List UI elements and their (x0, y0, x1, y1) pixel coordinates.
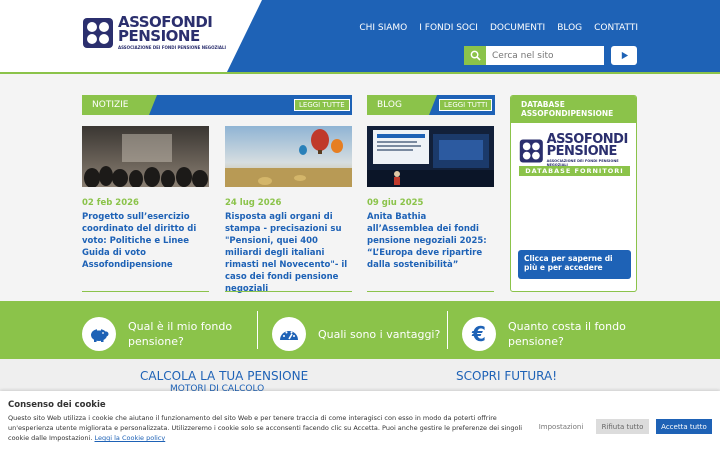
database-access-button[interactable]: Clicca per saperne di più e per accedere (518, 250, 631, 279)
logo-mark-icon (82, 17, 114, 49)
gauge-icon (272, 317, 306, 351)
search-input[interactable] (486, 46, 604, 65)
faq-item-fondo[interactable]: Qual è il mio fondo pensione? (82, 317, 238, 351)
notizie-read-all-button[interactable]: LEGGI TUTTE (294, 99, 350, 111)
blog-date: 09 giu 2025 (367, 198, 424, 208)
search-bar (464, 46, 637, 65)
faq-separator (257, 311, 258, 349)
database-banner: DATABASE FORNITORI (519, 166, 630, 176)
news-card[interactable]: 02 feb 2026 Progetto sull’esercizio coor… (82, 126, 209, 326)
play-icon (621, 51, 628, 60)
blog-read-all-button[interactable]: LEGGI TUTTI (439, 99, 493, 111)
cookie-settings-button[interactable]: Impostazioni (530, 419, 592, 434)
header-green-line (0, 72, 720, 74)
database-box-header: DATABASE ASSOFONDIPENSIONE (511, 96, 636, 123)
euro-icon: € (462, 317, 496, 351)
nav-blog[interactable]: BLOG (557, 23, 582, 33)
notizie-section-label: NOTIZIE (82, 95, 157, 115)
search-submit-button[interactable] (611, 46, 637, 65)
search-icon (464, 46, 486, 65)
piggy-bank-icon (82, 317, 116, 351)
card-divider (367, 291, 494, 292)
cookie-policy-link[interactable]: Leggi la Cookie policy (94, 434, 165, 442)
discover-futura-title[interactable]: SCOPRI FUTURA! (456, 369, 557, 383)
main-nav: CHI SIAMO I FONDI SOCI DOCUMENTI BLOG CO… (359, 23, 638, 33)
cookie-banner: Consenso dei cookie Questo sito Web util… (0, 391, 720, 450)
blog-title-link[interactable]: Anita Bathia all’Assemblea dei fondi pen… (367, 211, 494, 271)
logo-tagline: ASSOCIAZIONE DEI FONDI PENSIONE NEGOZIAL… (118, 45, 227, 50)
database-box: DATABASE ASSOFONDIPENSIONE ASSOFONDI PEN… (510, 95, 637, 292)
nav-contatti[interactable]: CONTATTI (594, 23, 638, 33)
blog-card[interactable]: 09 giu 2025 Anita Bathia all’Assemblea d… (367, 126, 494, 326)
site-header: ASSOFONDI PENSIONE ASSOCIAZIONE DEI FOND… (0, 0, 720, 74)
news-title-link[interactable]: Progetto sull’esercizio coordinato del d… (82, 211, 209, 271)
faq-band: Qual è il mio fondo pensione? Quali sono… (0, 301, 720, 359)
blog-section-bar: BLOG LEGGI TUTTI (367, 95, 495, 115)
faq-item-vantaggi[interactable]: Quali sono i vantaggi? (272, 317, 440, 351)
cookie-accept-button[interactable]: Accetta tutto (656, 419, 712, 434)
cookie-text: Questo sito Web utilizza i cookie che ai… (8, 413, 533, 443)
news-image-concert[interactable] (82, 126, 209, 187)
cookie-title: Consenso dei cookie (8, 400, 106, 410)
faq-separator (447, 311, 448, 349)
site-logo[interactable]: ASSOFONDI PENSIONE ASSOCIAZIONE DEI FOND… (82, 15, 226, 50)
news-date: 24 lug 2026 (225, 198, 282, 208)
nav-documenti[interactable]: DOCUMENTI (490, 23, 545, 33)
notizie-section-bar: NOTIZIE LEGGI TUTTE (82, 95, 352, 115)
cookie-description: Questo sito Web utilizza i cookie che ai… (8, 414, 523, 442)
faq-text-costo: Quanto costa il fondo pensione? (508, 320, 626, 348)
database-logo[interactable]: ASSOFONDI PENSIONE ASSOCIAZIONE DEI FOND… (519, 133, 636, 167)
blog-section-label: BLOG (367, 95, 437, 115)
news-card[interactable]: 24 lug 2026 Risposta agli organi di stam… (225, 126, 352, 326)
logo-title-line2: PENSIONE (118, 27, 200, 45)
card-divider (82, 291, 209, 292)
cookie-reject-button[interactable]: Rifiuta tutto (596, 419, 649, 434)
news-image-balloons[interactable] (225, 126, 352, 187)
faq-text-fondo: Qual è il mio fondo pensione? (128, 320, 233, 348)
card-divider (225, 291, 352, 292)
logo-mark-icon (519, 138, 543, 163)
news-title-link[interactable]: Risposta agli organi di stampa - precisa… (225, 211, 352, 295)
faq-text-vantaggi: Quali sono i vantaggi? (318, 327, 441, 341)
blog-image-assembly[interactable] (367, 126, 494, 187)
faq-item-costo[interactable]: € Quanto costa il fondo pensione? (462, 317, 638, 351)
database-logo-line2: PENSIONE (546, 144, 618, 159)
nav-chi-siamo[interactable]: CHI SIAMO (359, 23, 407, 33)
calc-pension-title[interactable]: CALCOLA LA TUA PENSIONE (140, 369, 308, 383)
news-date: 02 feb 2026 (82, 198, 139, 208)
nav-i-fondi-soci[interactable]: I FONDI SOCI (419, 23, 478, 33)
